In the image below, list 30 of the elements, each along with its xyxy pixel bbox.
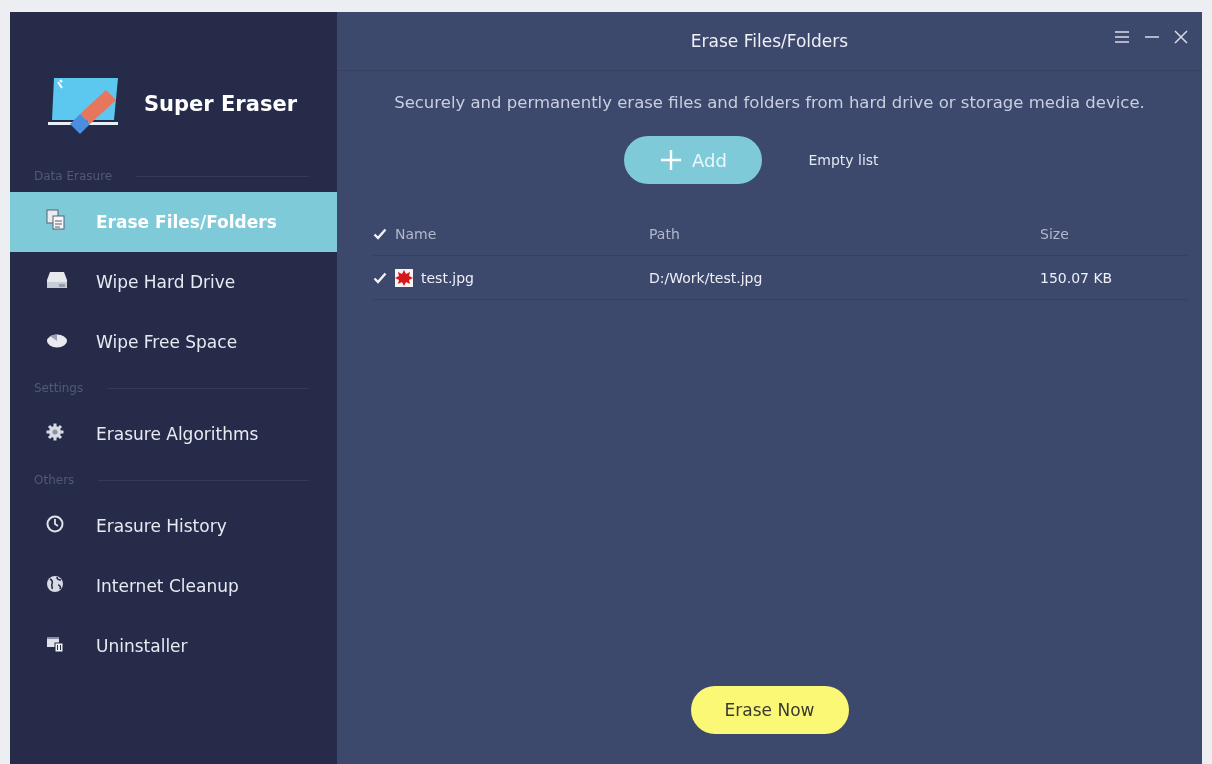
clock-icon <box>46 515 64 533</box>
app-name: Super Eraser <box>144 92 297 116</box>
gear-icon <box>46 423 64 441</box>
hard-drive-icon <box>46 271 68 289</box>
column-header: Name <box>395 225 437 242</box>
disc-icon <box>46 332 68 348</box>
sidebar-item[interactable]: Erasure Algorithms <box>10 404 337 464</box>
checkbox[interactable] <box>373 271 387 284</box>
window-title: Erase Files/Folders <box>690 31 849 51</box>
checkbox[interactable] <box>373 227 387 240</box>
sidebar-item[interactable]: Wipe Hard Drive <box>10 252 337 312</box>
empty-list-button[interactable]: Empty list <box>802 151 885 169</box>
files-icon <box>46 209 66 231</box>
table-cell: 150.07 KB <box>1040 269 1113 286</box>
sidebar-item[interactable]: Wipe Free Space <box>10 312 337 372</box>
uninstall-icon <box>46 635 64 653</box>
sidebar-item[interactable]: Erasure History <box>10 496 337 556</box>
close-icon[interactable] <box>1174 30 1188 44</box>
image-file-icon <box>395 268 413 287</box>
column-header: Path <box>649 225 680 242</box>
menu-icon[interactable] <box>1114 30 1130 44</box>
erase-now-button[interactable]: Erase Now <box>690 686 849 734</box>
sidebar-item[interactable]: Internet Cleanup <box>10 556 337 616</box>
description: Securely and permanently erase files and folders from hard drive or storage media device. <box>393 93 1146 112</box>
table-cell: D:/Work/test.jpg <box>649 269 763 286</box>
sidebar-item[interactable]: Uninstaller <box>10 616 337 676</box>
plus-icon <box>659 149 682 171</box>
globe-icon <box>46 575 64 593</box>
table-cell: test.jpg <box>421 269 474 286</box>
column-header: Size <box>1040 225 1069 242</box>
